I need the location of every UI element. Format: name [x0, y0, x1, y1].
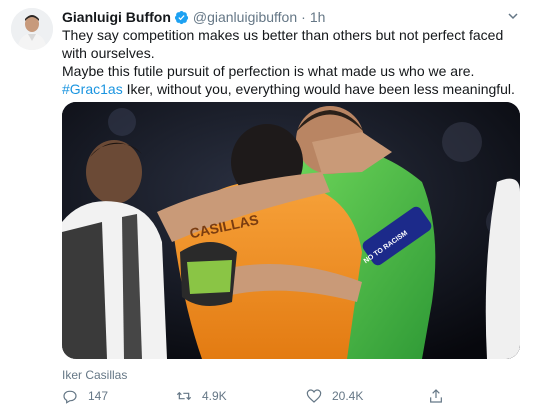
separator-dot: ·: [301, 9, 306, 25]
reply-count: 147: [88, 389, 109, 403]
reply-button[interactable]: 147: [62, 388, 108, 404]
retweet-button[interactable]: 4.9K: [176, 388, 227, 404]
retweet-count: 4.9K: [202, 389, 227, 403]
avatar[interactable]: [11, 8, 53, 50]
tweet-text-fragment: Iker, without you, everything would have…: [122, 81, 515, 97]
like-button[interactable]: 20.4K: [306, 388, 363, 404]
tweet-media-photo[interactable]: CASILLAS NO TO RACISM: [62, 102, 520, 359]
retweet-icon: [176, 391, 192, 401]
like-count: 20.4K: [332, 389, 364, 403]
hashtag-link[interactable]: #Grac1as: [62, 81, 123, 97]
tweet-header: Gianluigi Buffon @gianluigibuffon · 1h: [62, 8, 521, 26]
tweet-text: They say competition makes us better tha…: [62, 26, 522, 98]
photo-image: CASILLAS NO TO RACISM: [62, 102, 520, 359]
author-name[interactable]: Gianluigi Buffon: [62, 9, 171, 25]
reply-icon: [63, 390, 77, 404]
heart-icon: [306, 389, 322, 403]
chevron-down-icon[interactable]: [505, 8, 521, 24]
tweet-text-line: #Grac1as Iker, without you, everything w…: [62, 80, 522, 98]
tweet-text-line: They say competition makes us better tha…: [62, 27, 504, 61]
tweet-card[interactable]: Gianluigi Buffon @gianluigibuffon · 1h T…: [0, 0, 533, 407]
verified-badge-icon: [174, 10, 189, 25]
author-handle[interactable]: @gianluigibuffon: [193, 9, 297, 25]
tweet-actions: 147 4.9K 20.4K: [62, 388, 462, 404]
avatar-image: [11, 8, 53, 50]
tweet-text-line: Maybe this futile pursuit of perfection …: [62, 63, 475, 79]
tweet-timestamp[interactable]: 1h: [310, 9, 326, 25]
media-caption[interactable]: Iker Casillas: [62, 368, 127, 382]
share-icon: [430, 389, 442, 403]
share-button[interactable]: [428, 388, 454, 404]
